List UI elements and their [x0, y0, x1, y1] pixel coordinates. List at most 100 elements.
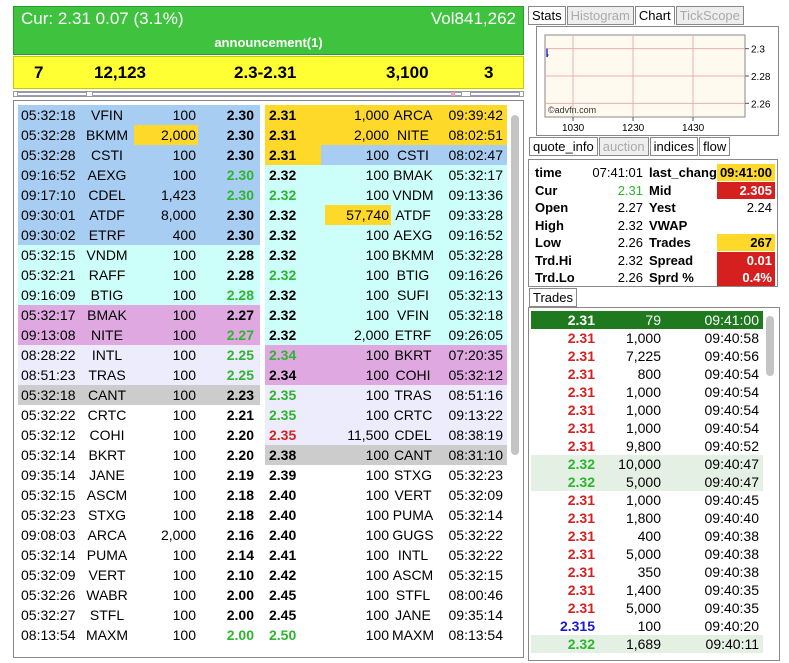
bid-time: 05:32:18 — [21, 107, 76, 123]
tab-tickscope[interactable]: TickScope — [675, 6, 744, 25]
bid-row[interactable]: 09:16:09 BTIG 100 2.28 — [18, 285, 260, 305]
bid-mmid: CSTI — [91, 147, 123, 163]
ask-row[interactable]: 2.42 100 ASCM 05:32:15 — [265, 565, 507, 585]
ask-row[interactable]: 2.32 57,740 ATDF 09:33:28 — [265, 205, 507, 225]
bid-row[interactable]: 05:32:28 CSTI 100 2.30 — [18, 145, 260, 165]
tab-stats[interactable]: Stats — [528, 6, 566, 25]
ask-row[interactable]: 2.32 100 BMAK 05:32:17 — [265, 165, 507, 185]
ask-row[interactable]: 2.35 100 CRTC 09:13:22 — [265, 405, 507, 425]
ask-row[interactable]: 2.35 100 TRAS 08:51:16 — [265, 385, 507, 405]
book-scroll-thumb[interactable] — [511, 115, 519, 455]
ask-row[interactable]: 2.35 11,500 CDEL 08:38:19 — [265, 425, 507, 445]
bid-row[interactable]: 09:17:10 CDEL 1,423 2.30 — [18, 185, 260, 205]
bid-row[interactable]: 09:16:52 AEXG 100 2.30 — [18, 165, 260, 185]
bid-mmid: COHI — [89, 427, 125, 443]
bid-row[interactable]: 05:32:28 BKMM 2,000 2.30 — [18, 125, 260, 145]
bid-row[interactable]: 05:32:14 BKRT 100 2.20 — [18, 445, 260, 465]
bid-mmid: ATDF — [89, 207, 125, 223]
ask-row[interactable]: 2.34 100 COHI 05:32:12 — [265, 365, 507, 385]
ask-row[interactable]: 2.31 2,000 NITE 08:02:51 — [265, 125, 507, 145]
top-tabs: Stats Histogram Chart TickScope — [528, 6, 745, 25]
ask-price: 2.45 — [269, 587, 297, 603]
bid-row[interactable]: 09:35:14 JANE 100 2.19 — [18, 465, 260, 485]
bid-row[interactable]: 05:32:23 STXG 100 2.18 — [18, 505, 260, 525]
ask-row[interactable]: 2.32 100 AEXG 09:16:52 — [265, 225, 507, 245]
ask-row[interactable]: 2.45 100 STFL 08:00:46 — [265, 585, 507, 605]
bid-row[interactable]: 05:32:18 VFIN 100 2.30 — [18, 105, 260, 125]
bid-time: 05:32:15 — [21, 247, 76, 263]
bid-row[interactable]: 05:32:09 VERT 100 2.10 — [18, 565, 260, 585]
ask-row[interactable]: 2.34 100 BKRT 07:20:35 — [265, 345, 507, 365]
trade-size: 79 — [645, 312, 661, 328]
bid-row[interactable]: 05:32:14 PUMA 100 2.14 — [18, 545, 260, 565]
bid-count: 7 — [34, 63, 44, 82]
price-chart-svg: 2.3 2.28 2.26 1030 1230 1430 ©advfn.com — [544, 34, 771, 134]
trade-price: 2.32 — [567, 636, 595, 652]
bid-row[interactable]: 05:32:21 RAFF 100 2.28 — [18, 265, 260, 285]
tab-trades[interactable]: Trades — [529, 288, 577, 307]
bid-row[interactable]: 05:32:15 ASCM 100 2.18 — [18, 485, 260, 505]
ask-size: 100 — [365, 267, 389, 283]
bid-row[interactable]: 08:28:22 INTL 100 2.25 — [18, 345, 260, 365]
bid-row[interactable]: 09:30:02 ETRF 400 2.30 — [18, 225, 260, 245]
trade-size: 1,000 — [625, 330, 661, 346]
bid-row[interactable]: 05:32:17 BMAK 100 2.27 — [18, 305, 260, 325]
ask-row[interactable]: 2.41 100 INTL 05:32:22 — [265, 545, 507, 565]
ask-price: 2.45 — [269, 607, 297, 623]
ask-row[interactable]: 2.50 100 MAXM 08:13:54 — [265, 625, 507, 645]
trade-row: 2.31 400 09:40:38 — [531, 527, 763, 545]
bid-row[interactable]: 05:32:12 COHI 100 2.20 — [18, 425, 260, 445]
bid-row[interactable]: 09:13:08 NITE 100 2.27 — [18, 325, 260, 345]
ask-row[interactable]: 2.32 100 VNDM 09:13:36 — [265, 185, 507, 205]
ask-row[interactable]: 2.32 2,000 ETRF 09:26:05 — [265, 325, 507, 345]
bid-row[interactable]: 09:30:01 ATDF 8,000 2.30 — [18, 205, 260, 225]
ask-row[interactable]: 2.32 100 SUFI 05:32:13 — [265, 285, 507, 305]
bid-price: 2.28 — [226, 247, 254, 263]
bid-row[interactable]: 05:32:15 VNDM 100 2.28 — [18, 245, 260, 265]
bid-row[interactable]: 05:32:18 CANT 100 2.23 — [18, 385, 260, 405]
bid-row[interactable]: 09:08:03 ARCA 2,000 2.16 — [18, 525, 260, 545]
tab-indices[interactable]: indices — [649, 137, 699, 156]
ask-row[interactable]: 2.40 100 PUMA 05:32:14 — [265, 505, 507, 525]
trades-scrollbar[interactable] — [765, 314, 775, 654]
trade-size: 1,000 — [625, 492, 661, 508]
ask-row[interactable]: 2.39 100 STXG 05:32:23 — [265, 465, 507, 485]
trade-time: 09:40:54 — [704, 384, 760, 400]
trade-row: 2.31 7,225 09:40:56 — [531, 347, 763, 365]
ask-row[interactable]: 2.31 1,000 ARCA 09:39:42 — [265, 105, 507, 125]
bid-row[interactable]: 05:32:26 WABR 100 2.00 — [18, 585, 260, 605]
quote-label: High — [535, 217, 564, 233]
book-scrollbar[interactable] — [509, 105, 521, 653]
ask-mmid: ETRF — [394, 327, 432, 343]
bid-row[interactable]: 05:32:27 STFL 100 2.00 — [18, 605, 260, 625]
ask-row[interactable]: 2.31 100 CSTI 08:02:47 — [265, 145, 507, 165]
bid-row[interactable]: 08:13:54 MAXM 100 2.00 — [18, 625, 260, 645]
ask-row[interactable]: 2.32 100 BKMM 05:32:28 — [265, 245, 507, 265]
ask-row[interactable]: 2.40 100 VERT 05:32:09 — [265, 485, 507, 505]
ask-size: 100 — [365, 147, 389, 163]
tab-histogram[interactable]: Histogram — [566, 6, 634, 25]
tab-quote-info[interactable]: quote_info — [529, 137, 598, 156]
ask-row[interactable]: 2.32 100 BTIG 09:16:26 — [265, 265, 507, 285]
ask-size: 100 — [365, 507, 389, 523]
bid-row[interactable]: 08:51:23 TRAS 100 2.25 — [18, 365, 260, 385]
ask-mmid: VERT — [394, 487, 432, 503]
ask-row[interactable]: 2.40 100 GUGS 05:32:22 — [265, 525, 507, 545]
bid-mmid: INTL — [91, 347, 123, 363]
trades-scroll-thumb[interactable] — [766, 316, 774, 376]
ask-time: 05:32:23 — [448, 467, 504, 483]
ask-price: 2.35 — [269, 427, 297, 443]
tab-flow[interactable]: flow — [699, 137, 731, 156]
quote-value2: 2.305 — [717, 181, 775, 199]
announcement-link[interactable]: announcement(1) — [14, 35, 523, 50]
tab-auction[interactable]: auction — [598, 137, 649, 156]
ask-row[interactable]: 2.38 100 CANT 08:31:10 — [265, 445, 507, 465]
ask-row[interactable]: 2.45 100 JANE 09:35:14 — [265, 605, 507, 625]
bid-size: 100 — [172, 107, 196, 123]
tab-chart[interactable]: Chart — [634, 6, 675, 25]
bid-size: 100 — [172, 247, 196, 263]
bid-row[interactable]: 05:32:22 CRTC 100 2.21 — [18, 405, 260, 425]
spread-range: 2.3-2.31 — [234, 63, 297, 82]
ask-row[interactable]: 2.32 100 VFIN 05:32:18 — [265, 305, 507, 325]
quote-row: Trd.Hi 2.32 Spread 0.01 — [533, 251, 775, 269]
